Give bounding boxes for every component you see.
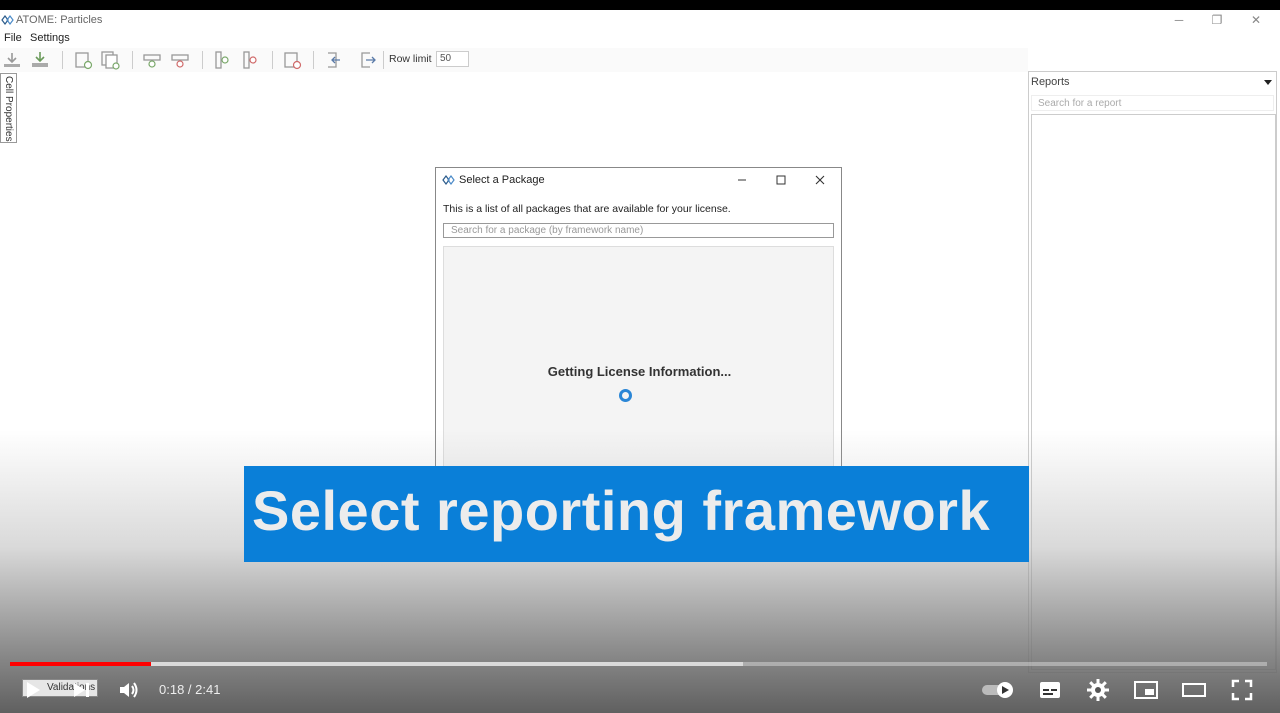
- minimize-icon[interactable]: [733, 171, 751, 189]
- row-remove-icon[interactable]: [170, 50, 190, 70]
- progress-played: [10, 662, 151, 666]
- loading-spinner-icon: [619, 389, 632, 402]
- cell-properties-label: Cell Properties: [3, 76, 14, 142]
- reports-panel: Reports Search for a report: [1028, 71, 1277, 673]
- app-logo-icon: [1, 15, 14, 25]
- select-package-dialog: Select a Package This is a list of all p…: [435, 167, 842, 468]
- app-window: ATOME: Particles ─ ❐ ✕ File Settings Row…: [0, 10, 1280, 713]
- cell-properties-tab[interactable]: Cell Properties: [0, 73, 17, 143]
- row-limit-input[interactable]: 50: [436, 51, 469, 67]
- reports-search-input[interactable]: Search for a report: [1031, 95, 1274, 111]
- window-title: ATOME: Particles: [16, 14, 103, 26]
- row-limit-label: Row limit: [389, 53, 432, 65]
- settings-gear-icon[interactable]: [1086, 678, 1110, 702]
- row-add-icon[interactable]: [142, 50, 162, 70]
- menu-file[interactable]: File: [4, 32, 22, 44]
- loading-text: Getting License Information...: [547, 364, 732, 379]
- caret-down-icon: [1264, 80, 1272, 85]
- reports-dropdown[interactable]: Reports: [1029, 72, 1276, 92]
- package-list: Getting License Information...: [443, 246, 834, 468]
- import-icon[interactable]: [324, 50, 344, 70]
- next-icon[interactable]: [71, 679, 93, 701]
- theater-mode-icon[interactable]: [1181, 679, 1207, 701]
- title-bar: ATOME: Particles ─ ❐ ✕: [0, 10, 1280, 30]
- volume-icon[interactable]: [117, 679, 141, 701]
- caption-text: Select reporting framework: [252, 479, 991, 542]
- download-icon[interactable]: [2, 50, 22, 70]
- close-icon[interactable]: [811, 171, 829, 189]
- maximize-icon[interactable]: [772, 171, 790, 189]
- toolbar-separator: [62, 51, 63, 69]
- miniplayer-icon[interactable]: [1133, 679, 1159, 701]
- minimize-button[interactable]: ─: [1169, 13, 1189, 27]
- dialog-title: Select a Package: [459, 174, 545, 186]
- download-alt-icon[interactable]: [30, 50, 50, 70]
- export-icon[interactable]: [358, 50, 378, 70]
- subtitles-icon[interactable]: [1038, 679, 1062, 701]
- col-add-icon[interactable]: [212, 50, 232, 70]
- doc-copy-icon[interactable]: [100, 50, 120, 70]
- toolbar: Row limit 50: [0, 48, 1028, 72]
- menu-settings[interactable]: Settings: [30, 32, 70, 44]
- autoplay-toggle-icon[interactable]: [981, 680, 1017, 700]
- toolbar-separator: [272, 51, 273, 69]
- package-search-input[interactable]: Search for a package (by framework name): [443, 223, 834, 238]
- reports-list: [1031, 114, 1276, 670]
- close-button[interactable]: ✕: [1246, 13, 1266, 27]
- fullscreen-icon[interactable]: [1230, 678, 1254, 702]
- toolbar-separator: [132, 51, 133, 69]
- col-remove-icon[interactable]: [240, 50, 260, 70]
- restore-button[interactable]: ❐: [1207, 13, 1227, 27]
- caption-banner: Select reporting framework: [244, 466, 1029, 562]
- toolbar-separator: [313, 51, 314, 69]
- doc-check-icon[interactable]: [73, 50, 93, 70]
- dialog-description: This is a list of all packages that are …: [443, 203, 731, 215]
- play-icon[interactable]: [22, 679, 44, 701]
- toolbar-separator: [383, 51, 384, 69]
- app-logo-icon: [442, 175, 455, 185]
- reports-title: Reports: [1031, 76, 1070, 88]
- time-display: 0:18 / 2:41: [159, 682, 221, 697]
- toolbar-separator: [202, 51, 203, 69]
- doc-delete-icon[interactable]: [282, 50, 302, 70]
